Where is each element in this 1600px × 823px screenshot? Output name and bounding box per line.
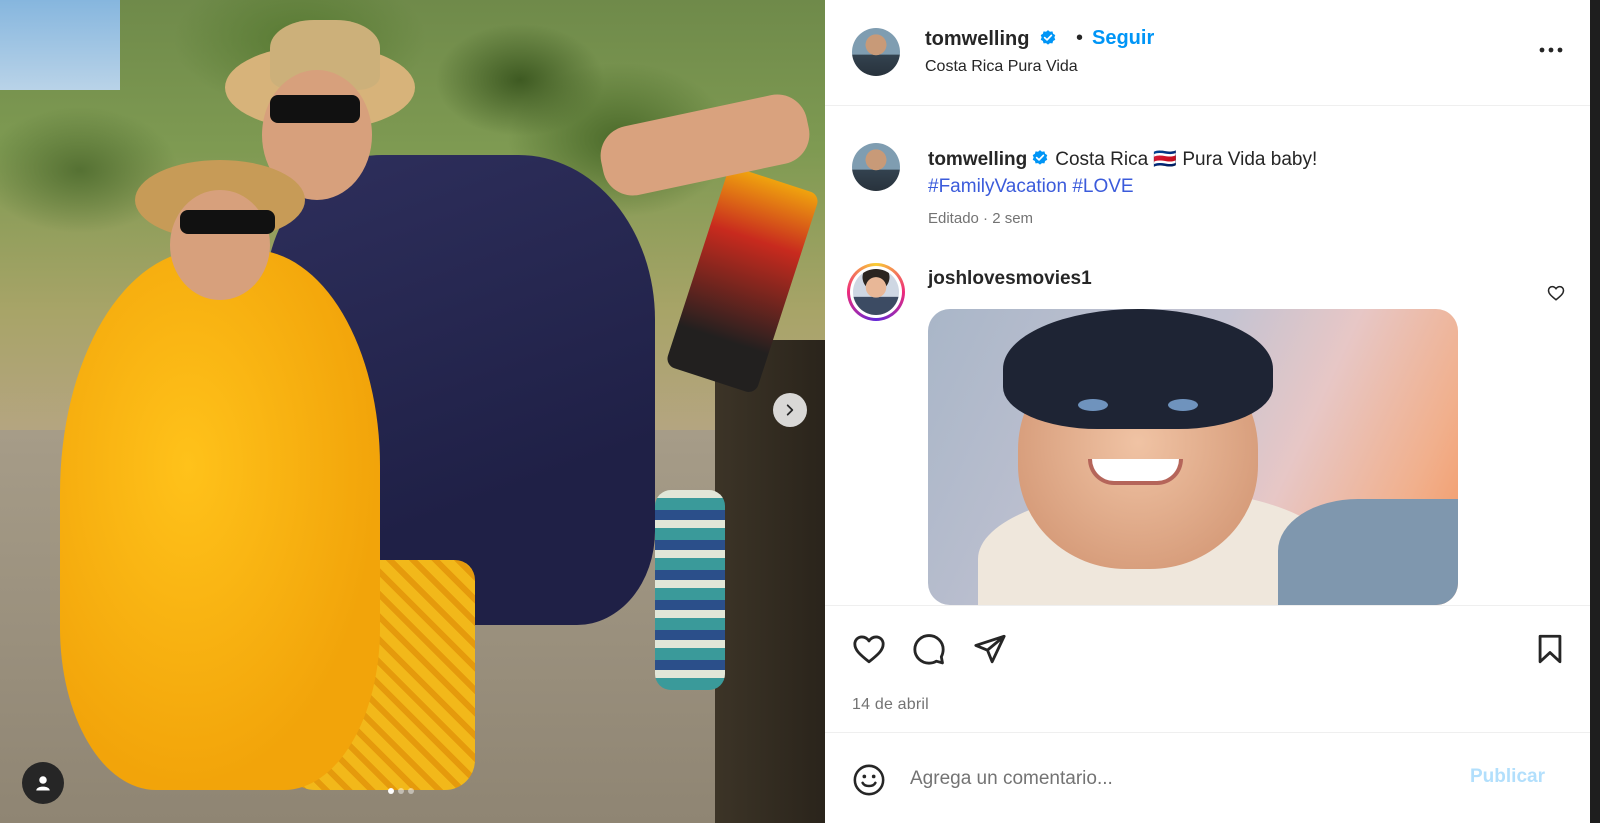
carousel-dot	[388, 788, 394, 794]
post-date[interactable]: 14 de abril	[852, 696, 929, 714]
carousel-indicator	[388, 788, 414, 794]
gif-denim-jacket	[1278, 499, 1458, 605]
heart-icon[interactable]	[852, 632, 886, 666]
commenter-avatar	[853, 269, 899, 315]
comment-bubble-icon[interactable]	[912, 632, 946, 666]
add-comment-bar: Publicar	[825, 732, 1600, 823]
person-icon	[36, 776, 50, 791]
post-actions: 14 de abril	[825, 605, 1600, 732]
author-username-row[interactable]: tomwelling	[925, 28, 1057, 51]
commenter-username[interactable]: joshlovesmovies1	[928, 268, 1092, 290]
photo-man-sunglasses	[270, 95, 360, 123]
comment-input[interactable]	[910, 757, 1430, 801]
paper-plane-icon[interactable]	[973, 632, 1007, 666]
commenter-avatar-gap	[850, 266, 902, 318]
author-avatar[interactable]	[852, 28, 900, 76]
hashtag-link[interactable]: #FamilyVacation	[928, 176, 1067, 197]
carousel-next-button[interactable]	[773, 393, 807, 427]
chevron-right-icon	[786, 404, 794, 416]
carousel-dot	[408, 788, 414, 794]
tagged-users-button[interactable]	[22, 762, 64, 804]
photo-towel	[655, 490, 725, 690]
hashtag-link[interactable]: #LOVE	[1072, 176, 1133, 197]
post-location[interactable]: Costa Rica Pura Vida	[925, 58, 1078, 76]
bookmark-icon[interactable]	[1533, 632, 1567, 666]
gif-smile	[1088, 459, 1183, 485]
more-options-icon[interactable]	[1537, 40, 1565, 60]
carousel-dot	[398, 788, 404, 794]
gif-eye	[1078, 399, 1108, 411]
window-edge	[1590, 0, 1600, 823]
post-photo[interactable]	[0, 0, 825, 823]
comment-heart-icon[interactable]	[1547, 284, 1565, 302]
commenter-avatar-story-ring[interactable]	[847, 263, 905, 321]
caption-username[interactable]: tomwelling	[928, 149, 1027, 170]
post-header: tomwelling • Seguir Costa Rica Pura Vida	[825, 0, 1600, 106]
comment-gif-image[interactable]	[928, 309, 1458, 605]
publish-button[interactable]: Publicar	[1470, 766, 1545, 788]
caption-author-avatar[interactable]	[852, 143, 900, 191]
caption-meta: Editado · 2 sem	[928, 210, 1034, 227]
photo-woman-dress	[60, 250, 380, 790]
smiley-icon[interactable]	[852, 763, 886, 797]
post-info-panel: tomwelling • Seguir Costa Rica Pura Vida…	[825, 0, 1600, 823]
header-separator: •	[1076, 27, 1084, 49]
caption-hashtags: #FamilyVacation #LOVE	[928, 176, 1134, 197]
photo-woman-sunglasses	[180, 210, 275, 234]
caption-text: Costa Rica 🇨🇷 Pura Vida baby!	[1055, 149, 1318, 170]
follow-button[interactable]: Seguir	[1092, 27, 1154, 50]
author-username[interactable]: tomwelling	[925, 28, 1029, 50]
gif-eye	[1168, 399, 1198, 411]
gif-hair	[1003, 309, 1273, 429]
photo-woman-face	[170, 190, 270, 300]
post-caption: tomwelling Costa Rica 🇨🇷 Pura Vida baby!…	[928, 146, 1528, 200]
photo-tree-trunk	[715, 340, 825, 823]
verified-badge-icon	[1040, 30, 1056, 45]
verified-badge-icon	[1032, 150, 1048, 165]
